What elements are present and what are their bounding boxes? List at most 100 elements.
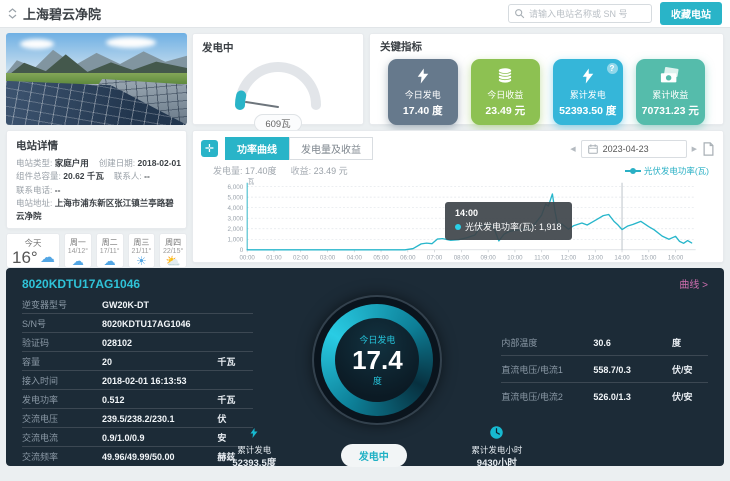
curve-link[interactable]: 曲线 > — [679, 276, 708, 291]
photo-cloud — [20, 39, 54, 49]
svg-text:12:00: 12:00 — [561, 254, 577, 261]
add-compare-button[interactable]: ✛ — [201, 140, 218, 157]
next-day-icon[interactable]: ▶ — [692, 145, 697, 153]
export-icon[interactable] — [702, 142, 715, 156]
kpi-tile-total-generation[interactable]: ? 累计发电 52393.50 度 — [553, 59, 623, 125]
date-picker[interactable]: 2023-04-23 — [581, 140, 687, 158]
chart-income-value: 23.49 元 — [314, 164, 348, 177]
favorite-station-button[interactable]: 收藏电站 — [660, 2, 722, 25]
row-label: 交流频率 — [22, 450, 102, 463]
detail-value: -- — [55, 185, 61, 195]
search-box[interactable] — [508, 4, 652, 23]
row-unit: 伏/安 — [672, 390, 708, 403]
row-value: 0.512 — [102, 395, 217, 405]
svg-text:08:00: 08:00 — [454, 254, 470, 261]
table-row: 接入时间2018-02-01 16:13:53 — [22, 371, 253, 390]
row-value: 8020KDTU17AG1046 — [102, 319, 217, 329]
inverter-info-table: 逆变器型号GW20K-DT S/N号8020KDTU17AG1046 验证码02… — [22, 295, 253, 471]
detail-value: 2018-02-01 — [138, 158, 181, 168]
svg-text:03:00: 03:00 — [320, 254, 336, 261]
svg-text:13:00: 13:00 — [588, 254, 604, 261]
date-value: 2023-04-23 — [603, 144, 649, 154]
table-row: 验证码028102 — [22, 333, 253, 352]
weather-day: 周四 22/15° ⛅ — [159, 233, 187, 268]
row-value: GW20K-DT — [102, 300, 217, 310]
svg-text:07:00: 07:00 — [427, 254, 443, 261]
table-row: 内部温度30.6度 — [501, 329, 708, 356]
generating-status-button[interactable]: 发电中 — [341, 444, 407, 467]
cash-icon — [658, 66, 682, 86]
svg-text:04:00: 04:00 — [347, 254, 363, 261]
gauge-status-label: 发电中 — [202, 40, 354, 55]
svg-text:09:00: 09:00 — [480, 254, 496, 261]
table-row: 交流电压239.5/238.2/230.1伏 — [22, 409, 253, 428]
svg-text:14:00: 14:00 — [614, 254, 630, 261]
plant-switcher-chevron-icon[interactable] — [8, 8, 17, 19]
weather-today: 今天 16° ☁ — [6, 233, 60, 268]
detail-label: 创建日期: — [99, 158, 135, 168]
row-label: 验证码 — [22, 336, 102, 349]
weather-day: 周二 17/11° ☁ — [96, 233, 124, 268]
kpi-value: 17.40 度 — [403, 103, 443, 118]
inverter-serial-title[interactable]: 8020KDTU17AG1046 — [22, 277, 140, 291]
svg-text:02:00: 02:00 — [293, 254, 309, 261]
kpi-tile-today-income[interactable]: 今日收益 23.49 元 — [471, 59, 541, 125]
row-unit: 度 — [672, 336, 708, 349]
bolt-icon — [579, 66, 597, 86]
row-label: 直流电压/电流1 — [501, 363, 593, 376]
weather-day-label: 周四 — [160, 237, 186, 248]
row-unit: 千瓦 — [217, 393, 253, 406]
row-label: 逆变器型号 — [22, 298, 102, 311]
chart-income-label: 收益: — [291, 164, 312, 177]
cloud-icon: ☁ — [40, 250, 55, 265]
row-value: 526.0/1.3 — [593, 392, 672, 402]
gauge-unit: 度 — [373, 374, 382, 387]
weather-day: 周一 14/12° ☁ — [64, 233, 92, 268]
svg-text:10:00: 10:00 — [507, 254, 523, 261]
table-row: 交流电流0.9/1.0/0.9安 — [22, 428, 253, 447]
power-chart[interactable]: 瓦01,0002,0003,0004,0005,0006,00000:0001:… — [201, 177, 715, 269]
kpi-tile-total-income[interactable]: 累计收益 70731.23 元 — [636, 59, 706, 125]
svg-text:瓦: 瓦 — [248, 178, 255, 186]
total-generation: 累计发电 52393.5度 — [232, 426, 276, 471]
help-icon[interactable]: ? — [607, 63, 618, 74]
kpi-label: 累计收益 — [652, 88, 688, 101]
weather-day-label: 周一 — [65, 237, 91, 248]
row-label: 容量 — [22, 355, 102, 368]
row-value: 239.5/238.2/230.1 — [102, 414, 217, 424]
power-gauge — [226, 55, 330, 113]
svg-text:16:00: 16:00 — [668, 254, 684, 261]
search-input[interactable] — [529, 9, 646, 19]
detail-label: 组件总容量: — [16, 171, 61, 181]
chart-legend[interactable]: 光伏发电功率(瓦) — [625, 165, 709, 177]
row-label: 内部温度 — [501, 336, 593, 349]
svg-text:4,000: 4,000 — [228, 205, 244, 212]
tab-energy-income[interactable]: 发电量及收益 — [289, 137, 373, 160]
table-row: S/N号8020KDTU17AG1046 — [22, 314, 253, 333]
row-value: 30.6 — [593, 338, 672, 348]
legend-marker-icon — [625, 170, 641, 172]
prev-day-icon[interactable]: ◀ — [570, 145, 575, 153]
row-label: 交流电流 — [22, 431, 102, 444]
detail-value: -- — [144, 171, 150, 181]
chart-gen-label: 发电量: — [213, 164, 243, 177]
row-value: 028102 — [102, 338, 217, 348]
tab-power-curve[interactable]: 功率曲线 — [225, 137, 289, 160]
kpi-card: 关键指标 今日发电 17.40 度 今日收益 23.49 元 ? 累计发电 52… — [369, 33, 724, 125]
row-unit: 千瓦 — [217, 355, 253, 368]
calendar-icon — [588, 144, 598, 154]
details-title: 电站详情 — [16, 138, 177, 154]
bolt-icon — [248, 426, 260, 440]
kpi-value: 52393.50 度 — [559, 103, 616, 118]
kpi-tile-today-generation[interactable]: 今日发电 17.40 度 — [388, 59, 458, 125]
weather-forecast: 今天 16° ☁ 周一 14/12° ☁ 周二 17/11° ☁ 周三 21/1… — [6, 233, 187, 268]
row-value: 20 — [102, 357, 217, 367]
svg-text:05:00: 05:00 — [373, 254, 389, 261]
cloud-icon: ☁ — [97, 255, 123, 267]
kpi-value: 70731.23 元 — [642, 103, 699, 118]
detail-value: 家庭户用 — [55, 158, 89, 168]
power-curve-card: ✛ 功率曲线 发电量及收益 ◀ 2023-04-23 ▶ 发电量: 17.40度… — [192, 130, 724, 263]
svg-text:06:00: 06:00 — [400, 254, 416, 261]
row-unit: 伏/安 — [672, 363, 708, 376]
svg-text:1,000: 1,000 — [228, 236, 244, 243]
